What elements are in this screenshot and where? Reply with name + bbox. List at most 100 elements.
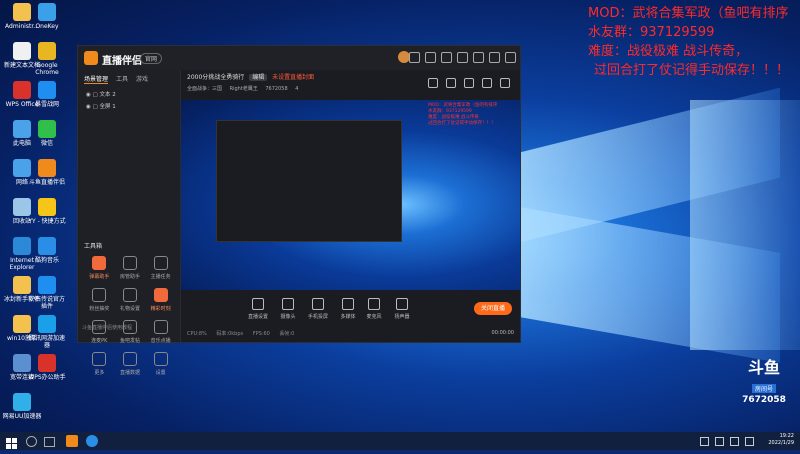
category[interactable]: 全面战争：三国 [187,86,222,92]
settings-icon[interactable] [457,52,468,63]
status-item: 丢帧:0 [279,331,295,337]
tab-tools[interactable]: 工具 [116,74,128,84]
speaker-button[interactable]: 扬声器 [389,298,415,320]
link-icon[interactable] [500,78,510,88]
scene-item[interactable]: ◉ ▢ 全屏 1 [78,100,180,112]
tool-item[interactable]: 礼物设置 [115,288,146,312]
live-companion-taskbar-icon[interactable] [66,435,78,447]
skin-icon[interactable] [441,52,452,63]
tab-games[interactable]: 游戏 [136,74,148,84]
tools-grid: 弹幕助手 房管助手 主播任务 粉丝抽奖 礼物设置 精彩时刻 连麦PK 鱼吧发帖 音乐点播 更多 直播… [84,256,176,376]
desktop-app-icon [38,276,56,294]
desktop-icon[interactable]: 斗鱼直播伴侣 [27,159,67,186]
media-button[interactable]: 多媒体 [335,298,361,320]
network-icon[interactable] [715,437,724,446]
volume-icon[interactable] [730,437,739,446]
status-item: FPS:60 [252,331,270,337]
desktop-icon[interactable]: 炉石传说官方插件 [27,276,67,310]
desktop-icon-label: YY - 快捷方式 [28,218,66,225]
chevron-up-icon[interactable] [700,437,709,446]
tool-item[interactable]: 直播数据 [115,352,146,376]
desktop-icon-label: 微信 [40,140,53,147]
tab-scenes[interactable]: 场景管理 [84,74,109,84]
close-icon[interactable] [505,52,516,63]
start-button[interactable] [6,435,18,449]
desktop-icon[interactable]: 暴雪战网 [27,81,67,108]
tool-icon [92,352,107,366]
scene-item[interactable]: ◉ ▢ 文本 2 [78,88,180,100]
owner: Right老鹰王 [229,86,258,92]
mic-button[interactable]: 麦克风 [361,298,387,320]
tool-label: 更多 [94,370,105,376]
edit-button[interactable]: 编辑 [249,74,268,81]
light-beam [690,100,800,350]
title-bar: 直播伴侣 官网 [78,46,520,70]
tool-item[interactable]: 音乐点播 [145,320,176,344]
app-taskbar-icon[interactable] [86,435,98,447]
desktop-icon[interactable]: Google Chrome [27,42,67,76]
live-settings-button[interactable]: 直播设置 [245,298,271,320]
lock-icon[interactable] [446,78,456,88]
mail-icon[interactable] [409,52,420,63]
desktop-app-icon [38,42,56,60]
tool-item[interactable]: 精彩时刻 [145,288,176,312]
search-icon[interactable] [26,436,37,447]
desktop-icon[interactable]: YY - 快捷方式 [27,198,67,225]
tool-item[interactable]: 主播任务 [145,256,176,280]
tool-icon [153,288,168,302]
room-title: 2000分挑战全勇骑行 [187,74,245,81]
watermark-brand: 斗鱼 [747,358,780,377]
window-controls [409,52,516,63]
desktop-icon[interactable]: 网易UU加速器 [2,393,42,420]
desktop-icon[interactable]: 腾讯网游加速器 [27,315,67,349]
room-id: 7672058 [265,86,288,92]
gift-icon[interactable] [425,52,436,63]
tool-item[interactable]: 弹幕助手 [84,256,115,280]
control-label: 摄像头 [280,314,296,320]
overlay-difficulty-line: 难度：战役极难 战斗传奇， [588,44,749,59]
version-badge[interactable]: 官网 [140,53,163,64]
scene-label: 全屏 1 [99,104,116,110]
phone-cast-button[interactable]: 手机投屏 [305,298,331,320]
tool-label: 主播任务 [150,274,171,280]
share-icon[interactable] [464,78,474,88]
watermark-room: 7672058 [742,395,786,405]
tool-label: 音乐点播 [150,338,171,344]
tool-label: 精彩时刻 [150,306,171,312]
tool-item[interactable]: 房管助手 [115,256,146,280]
task-view-icon[interactable] [44,437,55,447]
desktop-icon-label: WPS办公助手 [28,374,66,381]
desktop-app-icon [13,393,31,411]
control-label: 手机投屏 [307,314,328,320]
top-icons [428,78,510,88]
fullscreen-icon[interactable] [428,78,438,88]
tool-item[interactable]: 设置 [145,352,176,376]
scene-label: 文本 2 [99,92,116,98]
desktop-icon[interactable]: 微信 [27,120,67,147]
minimize-icon[interactable] [473,52,484,63]
live-companion-window: 直播伴侣 官网 场景管理 工具 游戏 ◉ ▢ 文本 2 ◉ ▢ 全屏 1 工具箱… [77,45,521,376]
desktop-icon[interactable]: 酷狗音乐 [27,237,67,264]
viewer-count: 4 [295,86,299,92]
cover-warning[interactable]: 未设置直播封面 [272,74,314,81]
tool-label: 弹幕助手 [89,274,110,280]
desktop-icon-label: 暴雪战网 [34,101,59,108]
stop-live-button[interactable]: 关闭直播 [474,302,512,315]
tool-item[interactable]: 粉丝抽奖 [84,288,115,312]
control-label: 麦克风 [366,314,382,320]
stream-preview[interactable]: MOD：武将合集军政（鱼吧有排序 水友群：937129599 难度：战役极难 战… [181,100,520,290]
help-link[interactable]: 斗鱼直播伴侣使用教程 [82,324,132,331]
maximize-icon[interactable] [489,52,500,63]
clock[interactable]: 19:22 2022/1/29 [768,433,794,447]
camera-icon [282,298,294,310]
desktop-icon[interactable]: WPS办公助手 [27,354,67,381]
ime-icon[interactable] [745,437,754,446]
desktop-icon[interactable]: OneKey [27,3,67,30]
control-label: 多媒体 [340,314,356,320]
tool-label: 粉丝抽奖 [89,306,110,312]
live-timer: 00:00:00 [491,330,514,336]
bell-icon[interactable] [482,78,492,88]
tool-item[interactable]: 更多 [84,352,115,376]
camera-button[interactable]: 摄像头 [275,298,301,320]
status-item: CPU:8% [187,331,207,337]
